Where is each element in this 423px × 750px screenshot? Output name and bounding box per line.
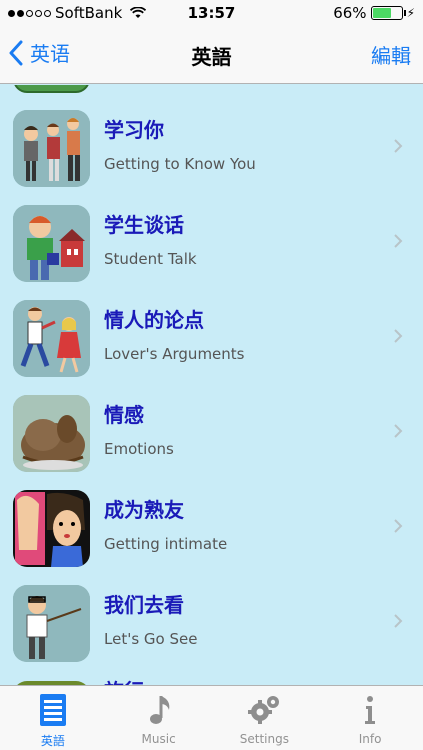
- chevron-right-icon: [394, 234, 403, 248]
- tab-music[interactable]: Music: [106, 686, 212, 750]
- tab-label: Info: [358, 732, 382, 746]
- lesson-title: 学生谈话: [104, 213, 184, 237]
- chevron-right-icon: [394, 424, 403, 438]
- battery-percent: 66%: [333, 4, 367, 22]
- lesson-title: 情人的论点: [104, 308, 204, 332]
- page-title: 英語: [191, 45, 232, 69]
- lesson-subtitle: Student Talk: [104, 250, 197, 268]
- lesson-thumbnail-image: [13, 300, 90, 377]
- lesson-title: 成为熟友: [104, 498, 184, 522]
- tab-label: Settings: [239, 732, 289, 746]
- partial-thumbnail-top: [13, 85, 90, 93]
- list-item[interactable]: 我们去看 Let's Go See: [0, 585, 423, 680]
- lesson-thumbnail-image: [13, 585, 90, 662]
- lesson-title: 情感: [104, 403, 144, 427]
- list-item[interactable]: 情人的论点 Lover's Arguments: [0, 300, 423, 395]
- list-item[interactable]: 情感 Emotions: [0, 395, 423, 490]
- status-right: 66% ⚡: [333, 4, 415, 22]
- tab-settings[interactable]: Settings: [212, 686, 318, 750]
- chevron-right-icon: [394, 139, 403, 153]
- edit-button[interactable]: 編輯: [371, 40, 411, 69]
- chevron-right-icon: [394, 519, 403, 533]
- lesson-subtitle: Let's Go See: [104, 630, 198, 648]
- document-list-icon: [39, 694, 66, 726]
- lesson-subtitle: Getting to Know You: [104, 155, 256, 173]
- info-icon: [365, 696, 376, 724]
- list-item[interactable]: 成为熟友 Getting intimate: [0, 490, 423, 585]
- tab-bar: 英語 Music Settings Info: [0, 685, 423, 750]
- tab-label: 英語: [40, 734, 65, 748]
- lesson-thumbnail-image: [13, 490, 90, 567]
- charging-bolt-icon: ⚡: [406, 6, 415, 20]
- tab-label: Music: [141, 732, 176, 746]
- navigation-bar: 英语 英語 編輯: [0, 28, 423, 84]
- tab-info[interactable]: Info: [317, 686, 423, 750]
- lesson-list[interactable]: 学习你 Getting to Know You 学生谈话 Student Tal…: [0, 85, 423, 685]
- lesson-title: 学习你: [104, 118, 164, 142]
- lesson-subtitle: Getting intimate: [104, 535, 228, 553]
- gears-icon: [248, 696, 280, 724]
- status-bar: SoftBank 13:57 66% ⚡: [0, 0, 423, 28]
- chevron-right-icon: [394, 329, 403, 343]
- list-item[interactable]: 学习你 Getting to Know You: [0, 110, 423, 205]
- lesson-subtitle: Emotions: [104, 440, 174, 458]
- list-item[interactable]: 学生谈话 Student Talk: [0, 205, 423, 300]
- tab-english[interactable]: 英語: [0, 686, 106, 750]
- music-note-icon: [149, 696, 169, 724]
- lesson-thumbnail-image: [13, 110, 90, 187]
- chevron-right-icon: [394, 614, 403, 628]
- battery-icon: [370, 6, 406, 20]
- lesson-title: 我们去看: [104, 593, 184, 617]
- lesson-thumbnail-image: [13, 395, 90, 472]
- partial-lesson-title: 旅行: [104, 675, 144, 685]
- lesson-subtitle: Lover's Arguments: [104, 345, 245, 363]
- lesson-thumbnail-image: [13, 205, 90, 282]
